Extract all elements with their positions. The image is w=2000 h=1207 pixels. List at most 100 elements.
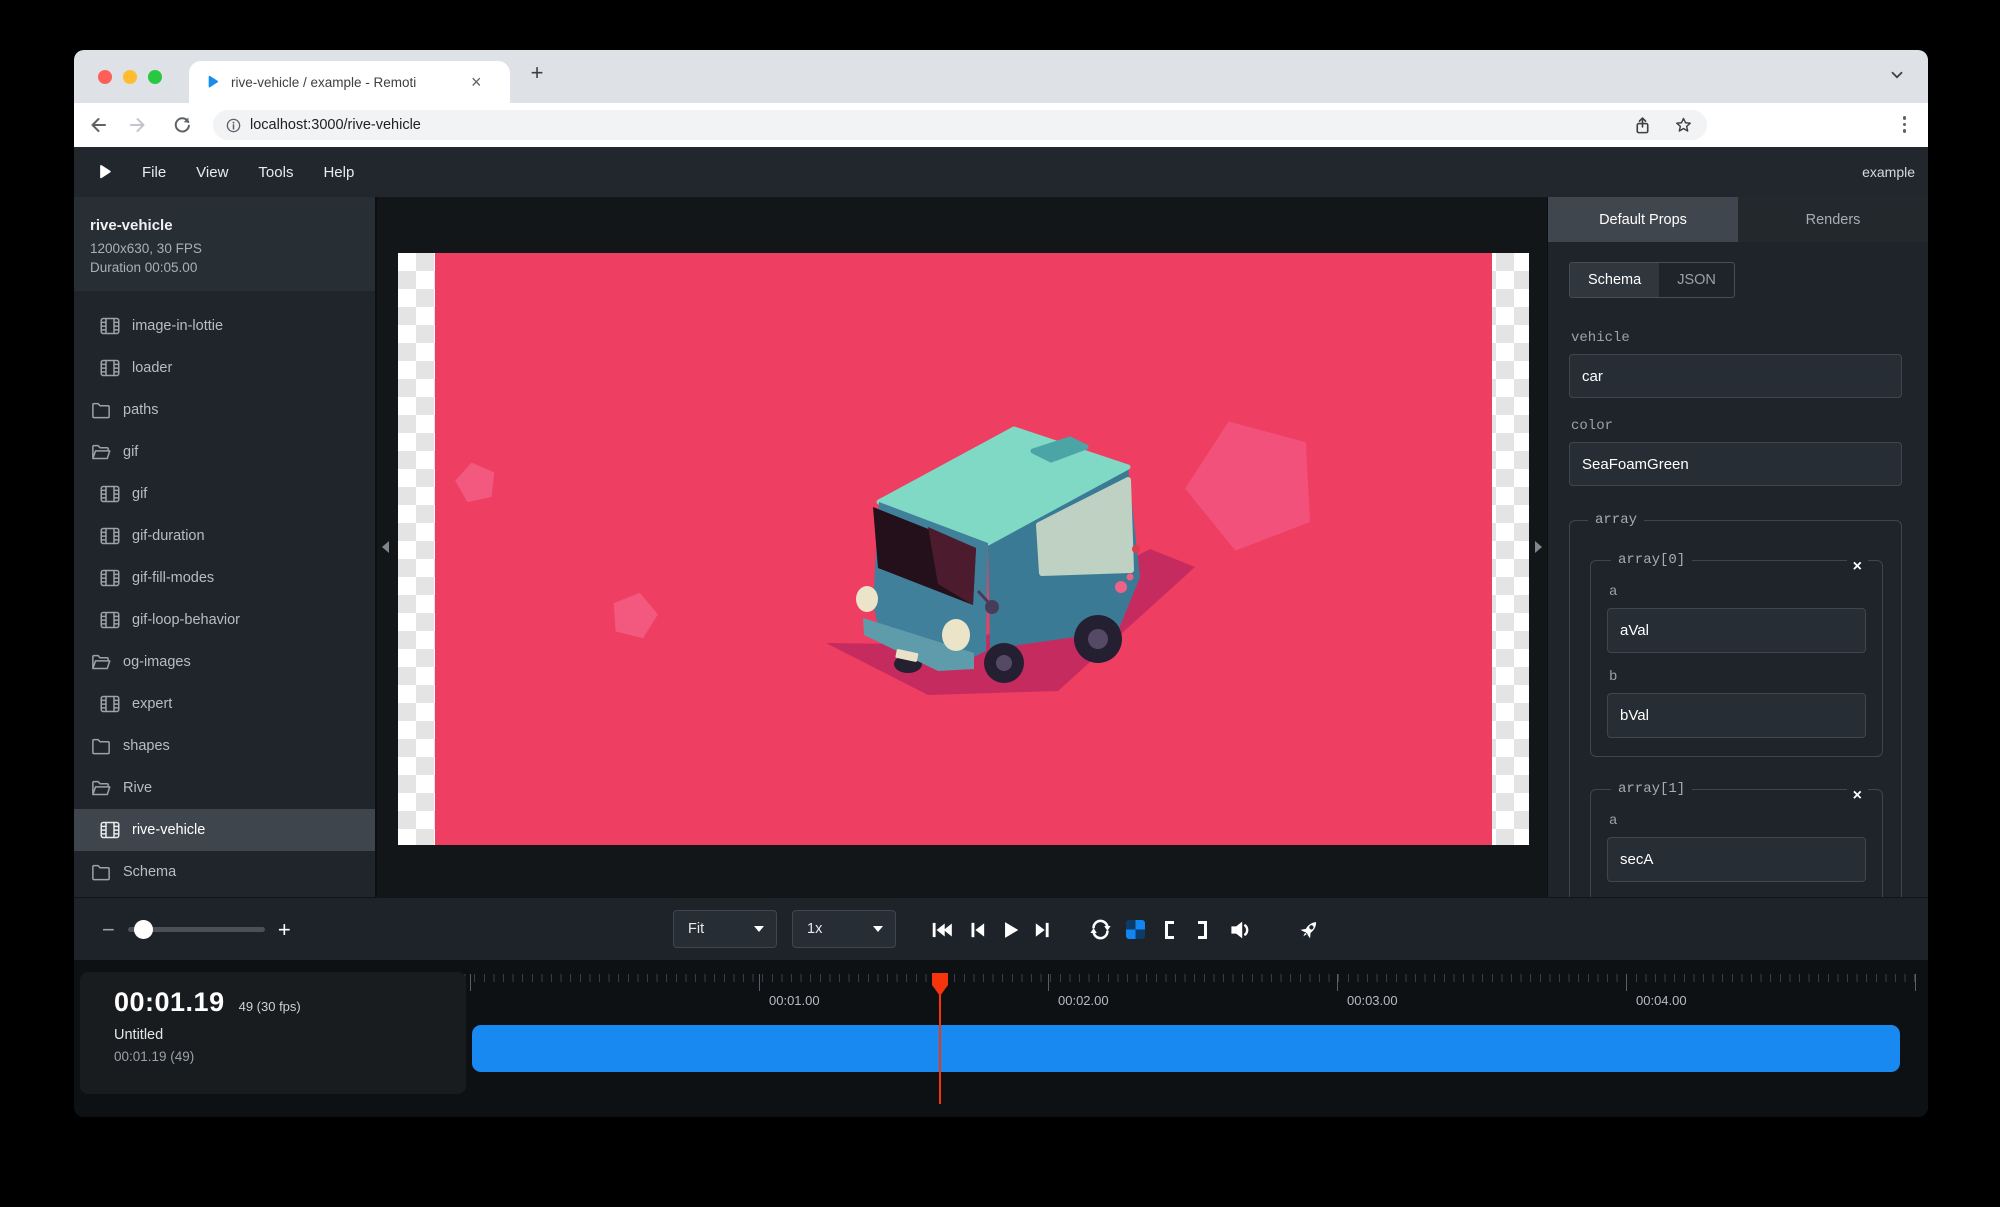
composition-info: rive-vehicle 1200x630, 30 FPS Duration 0… <box>74 197 375 291</box>
chevron-down-icon <box>754 926 764 932</box>
tab-close-icon[interactable]: × <box>471 73 482 91</box>
new-tab-button[interactable]: + <box>522 58 552 88</box>
second-tick <box>1048 974 1049 991</box>
timeline-ruler[interactable]: 00:01.00 00:02.00 00:03.00 00:04.00 <box>398 960 1928 1117</box>
sidebar-item-gif-folder[interactable]: gif <box>74 431 375 473</box>
collapse-sidebar-icon[interactable] <box>382 541 389 553</box>
canvas-zoom-control: − + <box>102 898 291 961</box>
compositions-sidebar: rive-vehicle 1200x630, 30 FPS Duration 0… <box>74 197 375 897</box>
sidebar-item-schema[interactable]: Schema <box>74 851 375 893</box>
sidebar-item-expert[interactable]: expert <box>74 683 375 725</box>
minimize-window-button[interactable] <box>123 70 137 84</box>
ruler-label: 00:04.00 <box>1636 993 1687 1008</box>
out-point-icon[interactable] <box>1198 921 1207 939</box>
sidebar-item-og-images[interactable]: og-images <box>74 641 375 683</box>
transparency-checkerboard-icon[interactable] <box>1126 920 1145 939</box>
sidebar-item-gif-fill-modes[interactable]: gif-fill-modes <box>74 557 375 599</box>
zoom-slider[interactable] <box>128 927 265 932</box>
sidebar-item-rive-vehicle[interactable]: rive-vehicle <box>74 809 375 851</box>
window-controls <box>98 70 162 84</box>
frame-info: 49 (30 fps) <box>239 999 301 1014</box>
close-window-button[interactable] <box>98 70 112 84</box>
props-panel: Default Props Renders Schema JSON vehicl… <box>1548 197 1928 897</box>
array-0-b-input[interactable] <box>1607 693 1866 738</box>
film-icon <box>100 316 120 336</box>
sidebar-item-rive-folder[interactable]: Rive <box>74 767 375 809</box>
array-0-a-input[interactable] <box>1607 608 1866 653</box>
ruler-label: 00:02.00 <box>1058 993 1109 1008</box>
current-time: 00:01.19 <box>114 987 225 1018</box>
array-item-0-legend: array[0] <box>1611 552 1692 568</box>
bookmark-star-icon[interactable] <box>1674 116 1693 135</box>
track-name: Untitled <box>114 1027 466 1043</box>
second-tick <box>470 974 471 991</box>
sidebar-item-image-in-lottie[interactable]: image-in-lottie <box>74 305 375 347</box>
chevron-down-icon[interactable] <box>1888 66 1906 84</box>
sidebar-item-gif-duration[interactable]: gif-duration <box>74 515 375 557</box>
timeline-track-bar[interactable] <box>472 1025 1900 1072</box>
url-text[interactable]: localhost:3000/rive-vehicle <box>250 117 1633 133</box>
field-label-vehicle: vehicle <box>1571 330 1902 346</box>
chevron-down-icon <box>873 926 883 932</box>
zoom-slider-knob[interactable] <box>134 920 153 939</box>
sidebar-item-gif[interactable]: gif <box>74 473 375 515</box>
reload-icon[interactable] <box>172 115 192 135</box>
size-select[interactable]: Fit <box>673 910 777 948</box>
volume-icon[interactable] <box>1229 918 1253 942</box>
play-icon[interactable] <box>999 919 1021 941</box>
folder-open-icon <box>91 778 111 798</box>
schema-json-toggle: Schema JSON <box>1569 262 1735 298</box>
in-point-icon[interactable] <box>1165 921 1174 939</box>
composition-label: rive-vehicle <box>132 822 205 838</box>
array-fieldset: array array[0] × a b array[1] × a <box>1569 512 1902 897</box>
loop-icon[interactable] <box>1089 918 1112 941</box>
remove-array-item-icon[interactable]: × <box>1847 786 1868 807</box>
sidebar-item-shapes[interactable]: shapes <box>74 725 375 767</box>
vehicle-input[interactable] <box>1569 354 1902 398</box>
menu-file[interactable]: File <box>142 164 166 181</box>
collapse-panel-icon[interactable] <box>1535 541 1542 553</box>
zoom-out-icon[interactable]: − <box>102 917 115 943</box>
track-time: 00:01.19 (49) <box>114 1049 466 1064</box>
browser-window: rive-vehicle / example - Remoti × + loca… <box>74 50 1928 1117</box>
composition-label: image-in-lottie <box>132 318 223 334</box>
toggle-json[interactable]: JSON <box>1659 263 1734 297</box>
second-tick <box>759 974 760 991</box>
menu-view[interactable]: View <box>196 164 228 181</box>
folder-label: Rive <box>123 780 152 796</box>
browser-menu-icon[interactable] <box>1903 116 1907 133</box>
zoom-in-icon[interactable]: + <box>278 917 291 943</box>
color-input[interactable] <box>1569 442 1902 486</box>
speed-select[interactable]: 1x <box>792 910 896 948</box>
maximize-window-button[interactable] <box>148 70 162 84</box>
array-item-0: array[0] × a b <box>1590 552 1883 757</box>
previous-frame-icon[interactable] <box>967 919 987 941</box>
back-icon[interactable] <box>88 115 108 135</box>
toggle-schema[interactable]: Schema <box>1570 263 1659 297</box>
field-label-a: a <box>1609 813 1866 829</box>
composition-label: loader <box>132 360 172 376</box>
field-label-color: color <box>1571 418 1902 434</box>
sidebar-item-paths[interactable]: paths <box>74 389 375 431</box>
folder-label: og-images <box>123 654 191 670</box>
tab-renders[interactable]: Renders <box>1738 197 1928 242</box>
remove-array-item-icon[interactable]: × <box>1847 557 1868 578</box>
composition-label: expert <box>132 696 172 712</box>
array-1-a-input[interactable] <box>1607 837 1866 882</box>
menu-tools[interactable]: Tools <box>258 164 293 181</box>
site-info-icon[interactable] <box>225 117 242 134</box>
menu-help[interactable]: Help <box>323 164 354 181</box>
browser-tab[interactable]: rive-vehicle / example - Remoti × <box>189 61 510 103</box>
tab-default-props[interactable]: Default Props <box>1548 197 1738 242</box>
playhead-flag[interactable] <box>932 973 948 996</box>
sidebar-item-loader[interactable]: loader <box>74 347 375 389</box>
render-rocket-icon[interactable] <box>1297 918 1321 942</box>
skip-to-end-icon[interactable] <box>1033 919 1053 941</box>
sidebar-item-gif-loop-behavior[interactable]: gif-loop-behavior <box>74 599 375 641</box>
array-item-1-legend: array[1] <box>1611 781 1692 797</box>
forward-icon[interactable] <box>128 115 148 135</box>
address-bar[interactable]: localhost:3000/rive-vehicle <box>213 110 1707 140</box>
share-icon[interactable] <box>1633 116 1652 135</box>
field-label-a: a <box>1609 584 1866 600</box>
skip-to-start-icon[interactable] <box>930 919 954 941</box>
